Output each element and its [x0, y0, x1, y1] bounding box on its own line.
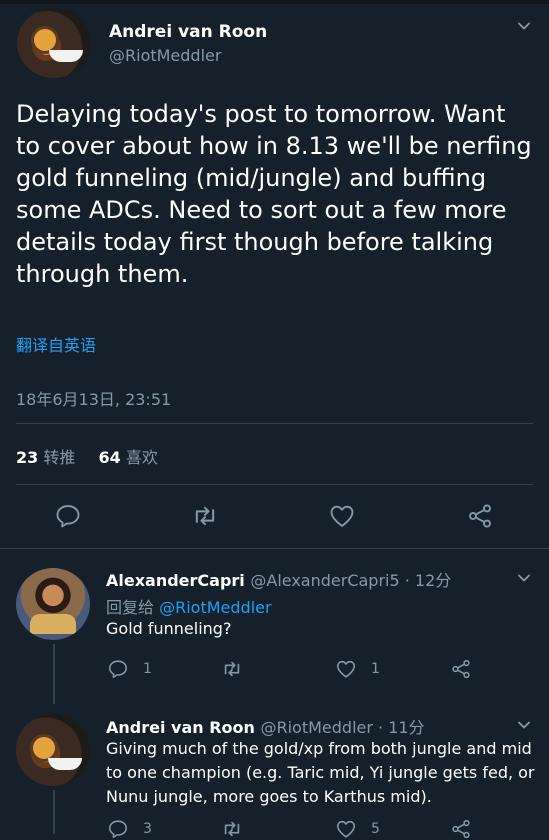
author-avatar[interactable]: [17, 8, 91, 78]
retweet-icon[interactable]: [221, 658, 243, 680]
heart-icon[interactable]: [328, 502, 356, 530]
like-button[interactable]: 1: [335, 658, 380, 680]
reply-button[interactable]: 1: [107, 658, 152, 680]
translate-link[interactable]: 翻译自英语: [16, 332, 96, 356]
share-icon[interactable]: [450, 658, 472, 680]
reply-icon[interactable]: [54, 502, 82, 530]
section-separator: [0, 548, 549, 549]
retweet-button[interactable]: [221, 658, 243, 680]
like-button[interactable]: 5: [335, 818, 380, 840]
retweets-label[interactable]: 转推: [43, 448, 75, 467]
author-name[interactable]: Andrei van Roon: [109, 22, 267, 42]
like-count: 1: [371, 661, 380, 677]
reply-author-name[interactable]: AlexanderCapri: [106, 571, 245, 590]
thread-line: [53, 644, 55, 704]
share-icon[interactable]: [466, 502, 494, 530]
retweet-icon[interactable]: [191, 502, 219, 530]
reply-author[interactable]: Andrei van Roon @RiotMeddler · 11分: [106, 714, 425, 738]
heart-icon[interactable]: [335, 818, 357, 840]
divider: [16, 484, 533, 485]
share-button[interactable]: [450, 818, 472, 840]
retweet-button[interactable]: [221, 818, 243, 840]
reply-author-name[interactable]: Andrei van Roon: [106, 718, 255, 737]
share-button[interactable]: [450, 658, 472, 680]
reply-author[interactable]: AlexanderCapri @AlexanderCapri5 · 12分: [106, 567, 451, 591]
reply-to-prefix: 回复给: [106, 598, 155, 617]
tweet-timestamp: 18年6月13日, 23:51: [16, 390, 172, 409]
reply-avatar[interactable]: [16, 568, 90, 640]
retweet-icon[interactable]: [221, 818, 243, 840]
tweet-text: Delaying today's post to tomorrow. Want …: [16, 100, 532, 288]
reply-meta: @AlexanderCapri5 · 12分: [250, 571, 452, 590]
likes-label[interactable]: 喜欢: [126, 448, 158, 467]
thread-line: [53, 790, 55, 834]
reply-icon[interactable]: [107, 658, 129, 680]
tweet-stats: 23 转推 64 喜欢: [16, 444, 158, 468]
divider: [16, 423, 533, 424]
avatar-grin: [48, 758, 82, 770]
share-icon[interactable]: [450, 818, 472, 840]
like-count: 5: [371, 821, 380, 837]
author-handle[interactable]: @RiotMeddler: [109, 46, 221, 65]
reply-icon[interactable]: [107, 818, 129, 840]
chevron-down-icon[interactable]: [518, 20, 530, 32]
chevron-down-icon[interactable]: [518, 572, 530, 584]
heart-icon[interactable]: [335, 658, 357, 680]
avatar-grin: [49, 50, 83, 62]
avatar-detail: [30, 614, 76, 634]
reply-avatar[interactable]: [16, 714, 90, 786]
reply-to: 回复给 @RiotMeddler: [106, 594, 272, 618]
reply-button[interactable]: 3: [107, 818, 152, 840]
reply-count: 3: [143, 821, 152, 837]
reply-count: 1: [143, 661, 152, 677]
retweets-count[interactable]: 23: [16, 448, 38, 467]
chevron-down-icon[interactable]: [518, 719, 530, 731]
reply-text: Gold funneling?: [106, 619, 232, 638]
reply-text: Giving much of the gold/xp from both jun…: [106, 739, 535, 806]
reply-to-mention[interactable]: @RiotMeddler: [159, 598, 271, 617]
top-edge: [0, 0, 549, 4]
reply-meta: @RiotMeddler · 11分: [260, 718, 425, 737]
likes-count[interactable]: 64: [98, 448, 120, 467]
